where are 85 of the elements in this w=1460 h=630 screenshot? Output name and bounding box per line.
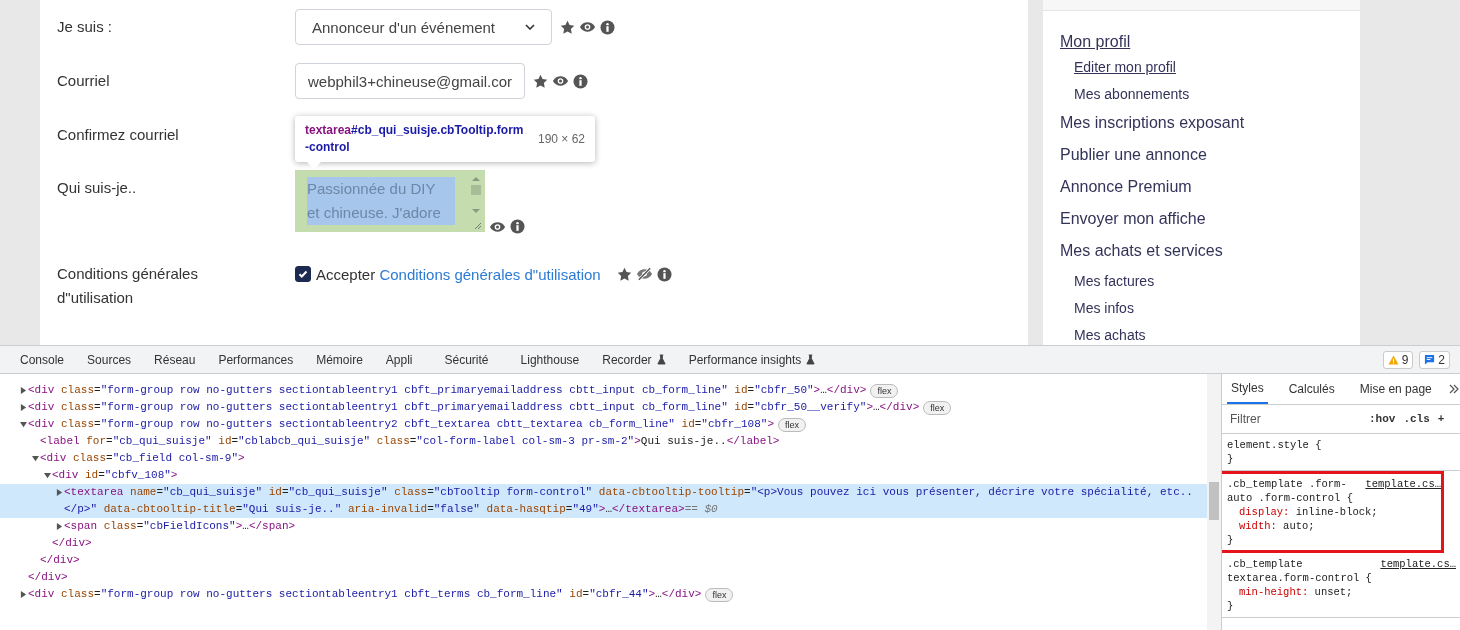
styles-toolbar-button[interactable]: :hov: [1369, 413, 1396, 425]
element-selector-text: textarea#cb_qui_suisje.cbTooltip.form-control: [305, 122, 525, 156]
sidebar-sublink[interactable]: Mes factures: [1060, 273, 1155, 289]
dom-node-text[interactable]: <div id="cbfv_108">: [52, 467, 178, 484]
warnings-counter[interactable]: 9: [1382, 350, 1414, 369]
css-selector: element.style {: [1227, 438, 1323, 452]
dom-node-text[interactable]: </div>: [28, 569, 68, 586]
devtools-tab[interactable]: Recorder: [602, 346, 666, 373]
expand-triangle-icon[interactable]: [44, 472, 51, 479]
messages-counter[interactable]: 2: [1419, 350, 1450, 369]
devtools-tab[interactable]: Lighthouse: [520, 346, 580, 373]
sidebar-sublink[interactable]: Mes achats: [1060, 327, 1146, 343]
more-tabs-icon[interactable]: [1448, 384, 1459, 394]
field-label: Conditions générales d"utilisation: [57, 264, 199, 308]
devtools-tab[interactable]: Console: [20, 346, 65, 373]
warning-icon: [1387, 354, 1399, 365]
dom-node-text[interactable]: <div class="form-group row no-gutters sectiontableentry1 cbft_terms cb_form_line" id="cbfr_44">…</div>: [28, 586, 702, 603]
expand-triangle-icon[interactable]: [20, 421, 27, 428]
terms-link[interactable]: Conditions générales d"utilisation: [379, 265, 601, 283]
dom-node-text[interactable]: </div>: [40, 552, 80, 569]
sidebar-sublink[interactable]: Mes abonnements: [1060, 86, 1190, 102]
expand-triangle-icon[interactable]: [20, 404, 27, 411]
field-label: Courriel: [57, 71, 111, 91]
dom-node-text[interactable]: <div class="form-group row no-gutters sectiontableentry1 cbft_primaryemailaddress cbtt_input cb_form_line" id="cbfr_50__verify">…</div>: [28, 399, 920, 416]
stylesheet-link[interactable]: template.cs…: [1365, 477, 1441, 505]
devtools-tab[interactable]: Mémoire: [316, 346, 363, 373]
sidebar-link[interactable]: Publier une annonce: [1060, 139, 1207, 171]
expand-triangle-icon[interactable]: [32, 455, 39, 462]
chevron-down-icon: [525, 24, 535, 30]
flex-badge[interactable]: flex: [705, 588, 734, 602]
devtools-tab[interactable]: Réseau: [154, 346, 196, 373]
sidebar-sublink[interactable]: Mes infos: [1060, 300, 1134, 316]
styles-tab[interactable]: Styles: [1227, 374, 1268, 404]
flex-badge[interactable]: flex: [923, 401, 952, 415]
field-label: Qui suis-je..: [57, 178, 138, 198]
terms-checkbox[interactable]: [295, 266, 311, 282]
info-icon: [510, 219, 525, 234]
sidebar-link[interactable]: Mes achats et services: [1060, 235, 1223, 267]
select-dropdown[interactable]: Annonceur d'un événement: [295, 9, 552, 45]
styles-tab[interactable]: Mise en page: [1355, 374, 1436, 404]
dom-node-text[interactable]: <div class="cb_field col-sm-9">: [40, 450, 245, 467]
element-size-text: 190 × 62: [537, 132, 585, 146]
css-declaration[interactable]: width: auto;: [1227, 519, 1441, 533]
styles-toolbar-button[interactable]: +: [1437, 413, 1445, 425]
scrollbar[interactable]: [1207, 374, 1221, 630]
textarea-text: Passionnée du DIY et chineuse. J'adore: [307, 177, 455, 225]
sidebar-link[interactable]: Envoyer mon affiche: [1060, 203, 1206, 235]
info-icon: [573, 73, 589, 89]
info-icon: [600, 19, 615, 35]
field-label: Je suis :: [57, 17, 114, 37]
field-label: Confirmez courriel: [57, 125, 180, 145]
devtools-tab[interactable]: Performance insights: [688, 346, 816, 373]
sidebar-link[interactable]: Annonce Premium: [1060, 171, 1192, 203]
flex-badge[interactable]: flex: [870, 384, 899, 398]
stylesheet-link[interactable]: template.cs…: [1380, 557, 1456, 585]
css-brace: }: [1227, 533, 1235, 547]
info-icon: [656, 266, 672, 282]
devtools-tab[interactable]: Performances: [218, 346, 294, 373]
dom-node-text[interactable]: <textarea name="cb_qui_suisje" id="cb_qui_suisje" class="cbTooltip form-control" data-cbtooltip-tooltip="<p>Vous pouvez ici vous présenter, décrire votre spécialité, etc..</p>" data-cbtooltip-title="Qui suis-je.." aria-invalid="false" data-hasqtip="49">…</textarea>== $0: [64, 484, 1201, 518]
checkbox-label: Accepter Conditions générales d"utilisation: [316, 265, 601, 283]
email-field[interactable]: webphil3+chineuse@gmail.cor: [295, 63, 526, 99]
css-declaration[interactable]: display: inline-block;: [1227, 505, 1441, 519]
css-brace: }: [1227, 452, 1235, 466]
dom-node-text[interactable]: <span class="cbFieldIcons">…</span>: [64, 518, 296, 535]
message-icon: [1424, 354, 1436, 365]
css-brace: }: [1227, 599, 1235, 613]
styles-toolbar-button[interactable]: .cls: [1403, 413, 1430, 425]
dom-node-text[interactable]: <div class="form-group row no-gutters sectiontableentry2 cbft_textarea cbtt_textarea cb_form_line" id="cbfr_108">: [28, 416, 774, 433]
dom-node-text[interactable]: <label for="cb_qui_suisje" id="cblabcb_qui_suisje" class="col-form-label col-sm-3 pr-sm-2">Qui suis-je..</label>: [40, 433, 780, 450]
expand-triangle-icon[interactable]: [20, 387, 27, 394]
dom-node-text[interactable]: <div class="form-group row no-gutters sectiontableentry1 cbft_primaryemailaddress cbtt_input cb_form_line" id="cbfr_50">…</div>: [28, 382, 867, 399]
expand-triangle-icon[interactable]: [20, 591, 27, 598]
flex-badge[interactable]: flex: [778, 418, 806, 432]
sidebar-sublink[interactable]: Editer mon profil: [1060, 59, 1176, 75]
sidebar-link[interactable]: Mon profil: [1060, 31, 1131, 53]
devtools-tab[interactable]: Sources: [87, 346, 132, 373]
styles-tab[interactable]: Calculés: [1284, 374, 1339, 404]
css-declaration[interactable]: min-height: unset;: [1227, 585, 1456, 599]
devtools-tab[interactable]: Appli: [385, 346, 413, 373]
sidebar-link[interactable]: Mes inscriptions exposant: [1060, 107, 1245, 139]
devtools-tab[interactable]: Sécurité: [444, 346, 489, 373]
expand-triangle-icon[interactable]: [56, 489, 63, 496]
dom-node-text[interactable]: </div>: [52, 535, 92, 552]
checkmark-icon: [297, 268, 309, 280]
expand-triangle-icon[interactable]: [56, 523, 63, 530]
